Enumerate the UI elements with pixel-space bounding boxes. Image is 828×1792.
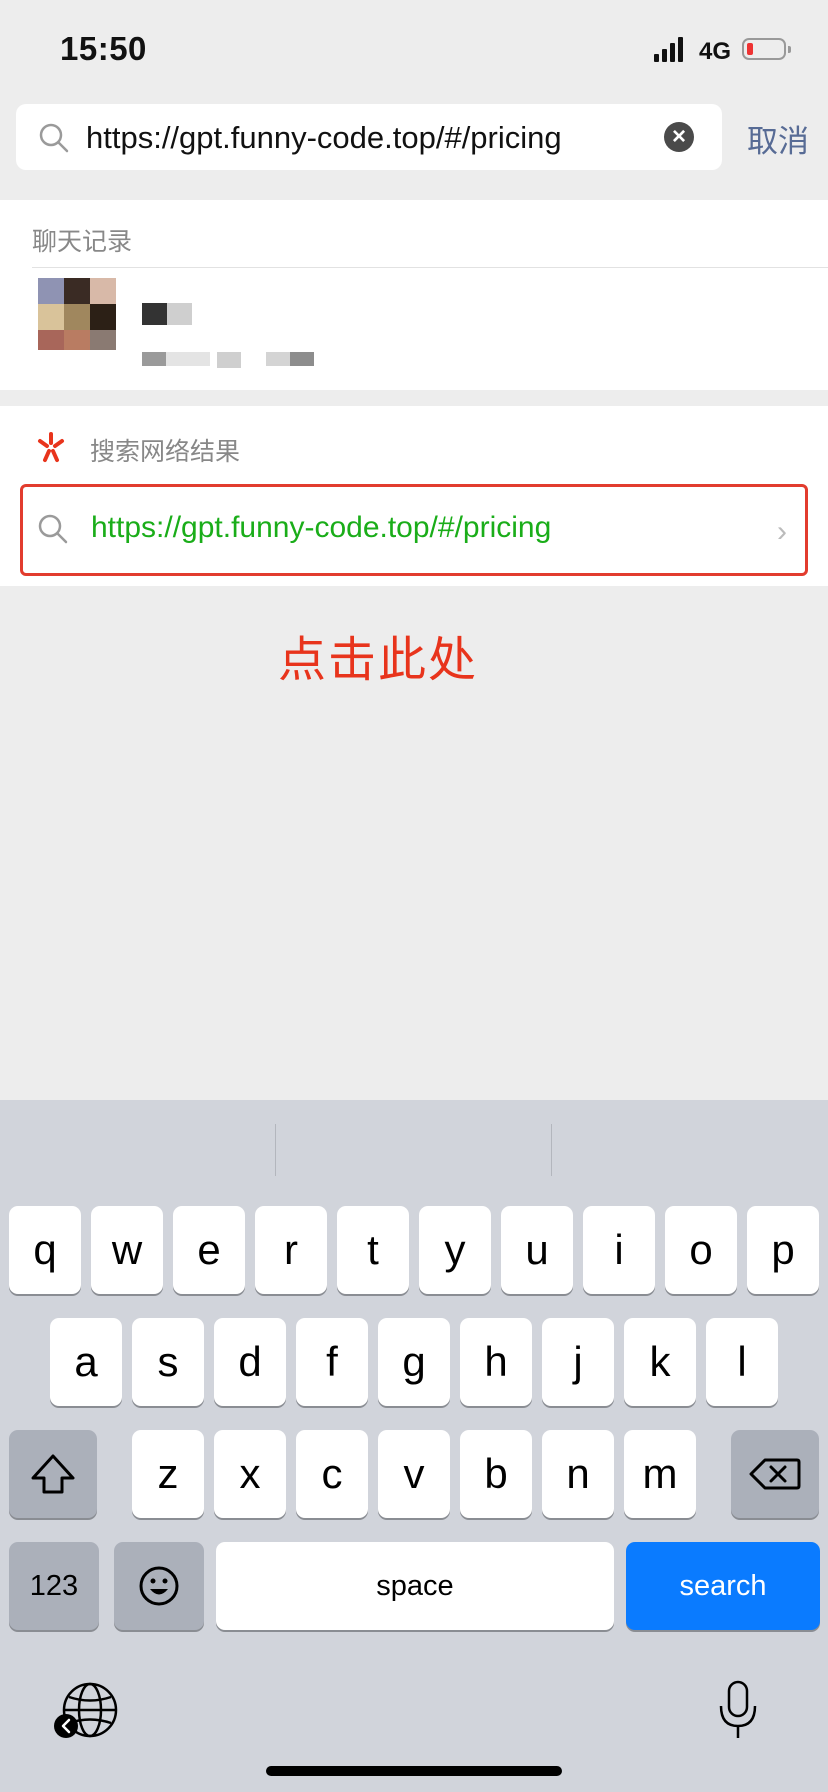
prediction-divider <box>551 1124 552 1176</box>
key-r[interactable]: r <box>255 1206 327 1294</box>
prediction-divider <box>275 1124 276 1176</box>
key-w[interactable]: w <box>91 1206 163 1294</box>
key-e[interactable]: e <box>173 1206 245 1294</box>
key-c[interactable]: c <box>296 1430 368 1518</box>
key-y[interactable]: y <box>419 1206 491 1294</box>
chat-history-section: 聊天记录 <box>0 200 828 390</box>
key-b[interactable]: b <box>460 1430 532 1518</box>
key-h[interactable]: h <box>460 1318 532 1406</box>
key-v[interactable]: v <box>378 1430 450 1518</box>
status-time: 15:50 <box>60 30 147 67</box>
emoji-key[interactable] <box>114 1542 204 1630</box>
search-input[interactable]: https://gpt.funny-code.top/#/pricing × <box>16 104 722 170</box>
key-a[interactable]: a <box>50 1318 122 1406</box>
clear-icon[interactable]: × <box>664 122 694 152</box>
wechat-search-icon <box>38 432 64 462</box>
search-key[interactable]: search <box>626 1542 820 1630</box>
key-s[interactable]: s <box>132 1318 204 1406</box>
web-search-section: 搜索网络结果 https://gpt.funny-code.top/#/pric… <box>0 406 828 586</box>
key-z[interactable]: z <box>132 1430 204 1518</box>
shift-key[interactable] <box>9 1430 97 1518</box>
web-search-result[interactable]: https://gpt.funny-code.top/#/pricing › <box>20 484 808 576</box>
web-search-title: 搜索网络结果 <box>90 438 241 466</box>
key-k[interactable]: k <box>624 1318 696 1406</box>
home-indicator <box>266 1766 562 1776</box>
key-d[interactable]: d <box>214 1318 286 1406</box>
cancel-button[interactable]: 取消 <box>747 116 809 161</box>
key-j[interactable]: j <box>542 1318 614 1406</box>
chevron-right-icon: › <box>777 515 787 548</box>
annotation-text: 点击此处 <box>278 634 479 687</box>
shift-icon <box>31 1454 75 1494</box>
key-f[interactable]: f <box>296 1318 368 1406</box>
emoji-icon <box>139 1566 179 1606</box>
search-icon <box>39 123 69 153</box>
contact-name-redacted <box>142 303 192 325</box>
web-search-result-text[interactable]: https://gpt.funny-code.top/#/pricing <box>91 511 551 545</box>
keyboard: q w e r t y u i o p a s d f g h j k l z … <box>0 1100 828 1792</box>
network-type: 4G <box>699 38 732 65</box>
backspace-icon <box>749 1458 801 1490</box>
search-query-text[interactable]: https://gpt.funny-code.top/#/pricing <box>86 120 562 156</box>
key-n[interactable]: n <box>542 1430 614 1518</box>
chat-history-title: 聊天记录 <box>32 228 133 256</box>
key-m[interactable]: m <box>624 1430 696 1518</box>
key-q[interactable]: q <box>9 1206 81 1294</box>
message-preview-redacted <box>142 352 342 368</box>
key-t[interactable]: t <box>337 1206 409 1294</box>
key-o[interactable]: o <box>665 1206 737 1294</box>
key-l[interactable]: l <box>706 1318 778 1406</box>
key-u[interactable]: u <box>501 1206 573 1294</box>
avatar <box>38 278 118 372</box>
microphone-icon[interactable] <box>716 1678 760 1742</box>
delete-key[interactable] <box>731 1430 819 1518</box>
battery-icon <box>742 38 791 60</box>
globe-icon[interactable] <box>52 1680 122 1744</box>
key-i[interactable]: i <box>583 1206 655 1294</box>
key-p[interactable]: p <box>747 1206 819 1294</box>
space-key[interactable]: space <box>216 1542 614 1630</box>
signal-icon <box>654 36 690 62</box>
search-icon <box>38 514 68 544</box>
key-x[interactable]: x <box>214 1430 286 1518</box>
status-bar: 15:50 4G <box>0 0 828 100</box>
numbers-key[interactable]: 123 <box>9 1542 99 1630</box>
key-g[interactable]: g <box>378 1318 450 1406</box>
chat-history-item[interactable] <box>0 268 828 390</box>
